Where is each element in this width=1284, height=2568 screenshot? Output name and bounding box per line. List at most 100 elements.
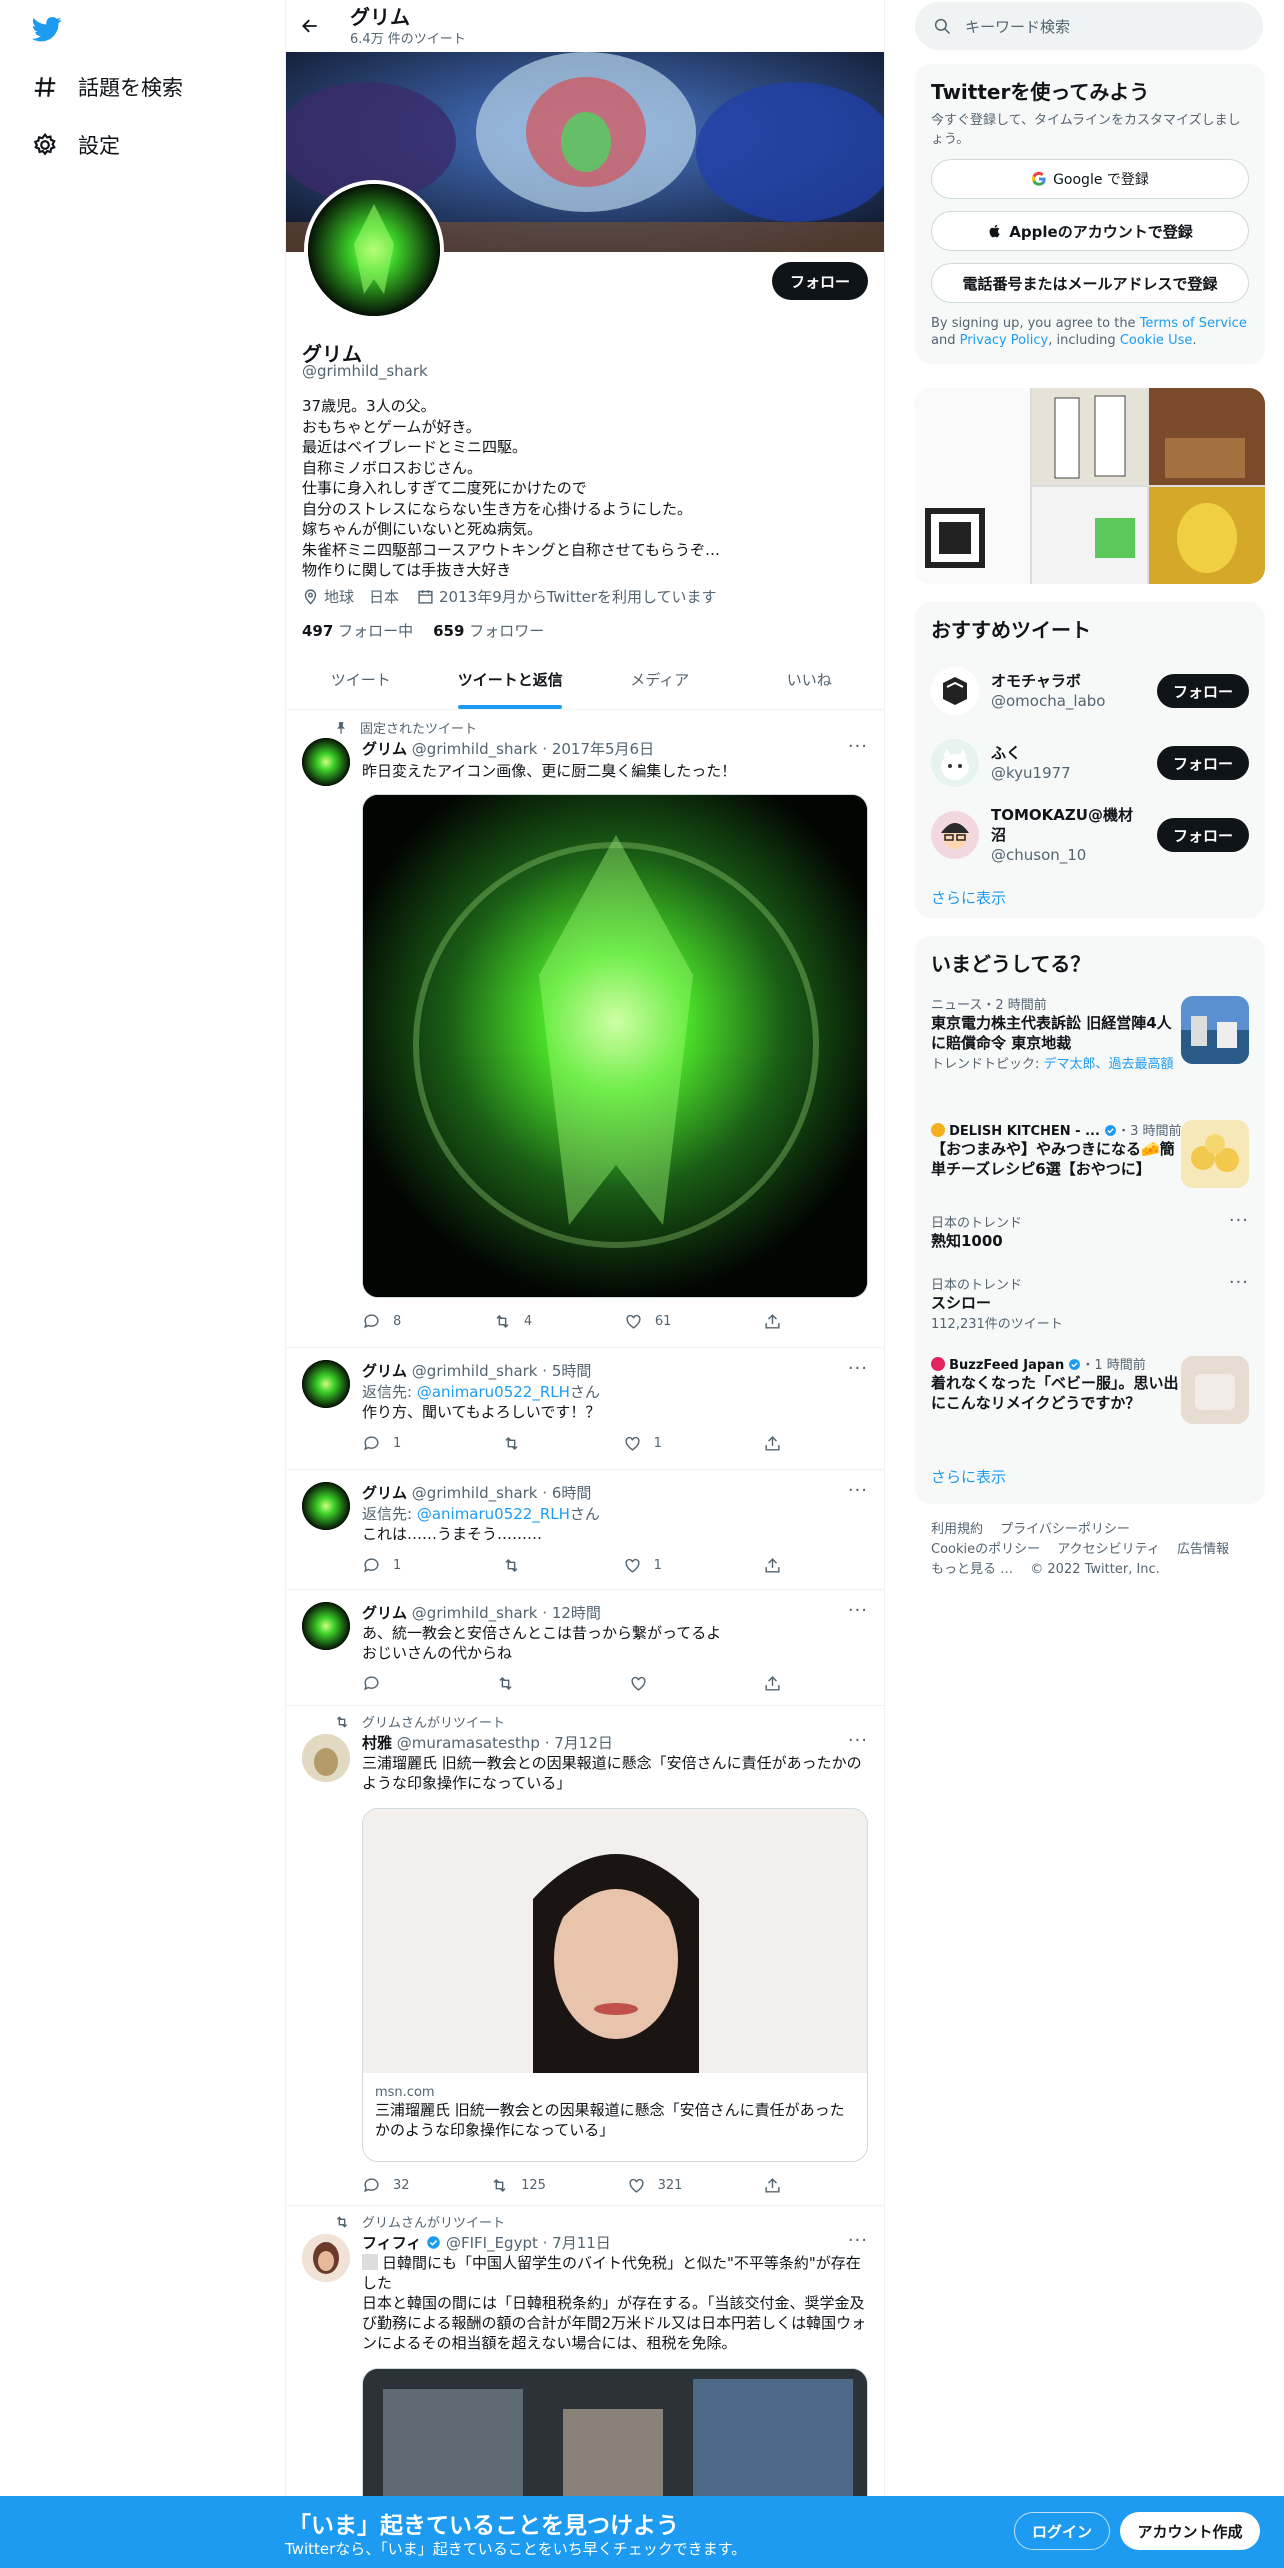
retweet-button[interactable]: 125 [490, 2176, 546, 2195]
privacy-link[interactable]: Privacy Policy [960, 333, 1049, 348]
search-input[interactable]: キーワード検索 [965, 16, 1070, 37]
search-box[interactable]: キーワード検索 [915, 2, 1263, 50]
retweet-button[interactable] [502, 1434, 521, 1453]
footer-link[interactable]: 広告情報 [1177, 1542, 1229, 1557]
trend-more-icon[interactable]: ··· [1229, 1210, 1249, 1231]
trend-item[interactable]: DELISH KITCHEN - ... ・3 時間前 【おつまみや】やみつきに… [931, 1120, 1185, 1179]
recommended-user-handle: @kyu1977 [991, 764, 1071, 782]
more-options-icon[interactable]: ··· [848, 2230, 868, 2251]
trends-title: いまどうしてる？ [931, 952, 1091, 976]
follow-button[interactable]: フォロー [772, 262, 868, 300]
reply-button[interactable]: 1 [362, 1556, 401, 1575]
recommended-user[interactable]: TOMOKAZU@機材沼 @chuson_10 フォロー [915, 799, 1265, 871]
tweet-item[interactable]: グリム @grimhild_shark · 5時間 返信先: @animaru0… [286, 1348, 884, 1470]
more-options-icon[interactable]: ··· [848, 1600, 868, 1621]
link-card[interactable]: msn.com 三浦瑠麗氏 旧統一教会との因果報道に懸念「安倍さんに責任があった… [362, 1808, 868, 2162]
share-button[interactable] [763, 1434, 782, 1453]
trend-item[interactable]: ニュース・2 時間前 東京電力株主代表訴訟 旧経営陣4人に賠償命令 東京地裁 ト… [931, 994, 1185, 1072]
twitter-logo-icon[interactable] [32, 14, 62, 44]
share-button[interactable] [763, 1556, 782, 1575]
trend-category: ニュース・2 時間前 [931, 998, 1047, 1013]
login-button[interactable]: ログイン [1014, 2512, 1110, 2550]
tweet-text: あ、統一教会と安倍さんとこは昔っから繋がってるよ おじいさんの代からね [362, 1624, 722, 1662]
footer-link[interactable]: プライバシーポリシー [1000, 1522, 1130, 1537]
share-button[interactable] [763, 1312, 782, 1331]
like-button[interactable] [629, 1674, 648, 1693]
tweet-avatar[interactable] [302, 1734, 350, 1782]
recommended-show-more[interactable]: さらに表示 [915, 871, 1265, 918]
footer-link[interactable]: アクセシビリティ [1057, 1542, 1160, 1557]
tweet-avatar[interactable] [302, 1602, 350, 1650]
tab-tweets[interactable]: ツイート [286, 650, 436, 709]
apple-signup-button[interactable]: Appleのアカウントで登録 [931, 211, 1249, 251]
retweet-button[interactable] [502, 1556, 521, 1575]
more-options-icon[interactable]: ··· [848, 1358, 868, 1379]
cookie-link[interactable]: Cookie Use [1120, 333, 1193, 348]
tweet-image[interactable] [362, 794, 868, 1298]
back-arrow-icon[interactable] [300, 16, 320, 36]
share-button[interactable] [763, 2176, 782, 2195]
recommended-user[interactable]: オモチャラボ @omocha_labo フォロー [915, 655, 1265, 727]
like-button[interactable]: 61 [624, 1312, 671, 1331]
recommended-user-name: ふく [991, 744, 1022, 762]
tweet-item[interactable]: 固定されたツイート グリム @grimhild_shark · 2017年5月6… [286, 710, 884, 1348]
reply-icon [364, 1314, 379, 1329]
tweet-avatar[interactable] [302, 2234, 350, 2282]
share-button[interactable] [763, 1674, 782, 1693]
profile-avatar[interactable] [304, 180, 444, 320]
recommended-user-handle: @omocha_labo [991, 692, 1106, 710]
share-icon [765, 1314, 780, 1329]
phone-email-signup-button[interactable]: 電話番号またはメールアドレスで登録 [931, 263, 1249, 303]
reply-button[interactable]: 32 [362, 2176, 410, 2195]
tweet-item[interactable]: グリム @grimhild_shark · 12時間 あ、統一教会と安倍さんとこ… [286, 1590, 884, 1706]
profile-tabs: ツイート ツイートと返信 メディア いいね [286, 650, 884, 710]
recommended-follow-button[interactable]: フォロー [1157, 746, 1249, 780]
retweet-icon [493, 2178, 506, 2193]
trends-show-more[interactable]: さらに表示 [931, 1466, 1006, 1487]
share-icon [765, 1676, 780, 1691]
tweet-item[interactable]: グリム @grimhild_shark · 6時間 返信先: @animaru0… [286, 1470, 884, 1590]
link-card-title: 三浦瑠麗氏 旧統一教会との因果報道に懸念「安倍さんに責任があったかのような印象操… [375, 2101, 845, 2139]
nav-explore[interactable]: 話題を検索 [32, 72, 183, 102]
footer-link[interactable]: 利用規約 [931, 1522, 983, 1537]
reply-to-link[interactable]: @animaru0522_RLH [417, 1383, 570, 1401]
more-options-icon[interactable]: ··· [848, 1480, 868, 1501]
like-button[interactable]: 1 [623, 1434, 662, 1453]
trend-more-icon[interactable]: ··· [1229, 1272, 1249, 1293]
tweet-avatar[interactable] [302, 738, 350, 786]
bottom-subtext: Twitterなら、「いま」起きていることをいち早くチェックできます。 [285, 2540, 747, 2558]
reply-button[interactable]: 8 [362, 1312, 401, 1331]
recommended-user[interactable]: ふく @kyu1977 フォロー [915, 727, 1265, 799]
following-link[interactable]: 497 フォロー中 [302, 620, 413, 641]
tweet-avatar[interactable] [302, 1482, 350, 1530]
trend-item[interactable]: 日本のトレンド スシロー 112,231件のツイート [931, 1274, 1249, 1332]
tweet-body: 村雅 @muramasatesthp · 7月12日 三浦瑠麗氏 旧統一教会との… [362, 1732, 868, 1793]
more-options-icon[interactable]: ··· [848, 1730, 868, 1751]
followers-link[interactable]: 659 フォロワー [433, 620, 544, 641]
retweet-icon [505, 1436, 518, 1451]
trend-item[interactable]: 日本のトレンド 熟知1000 [931, 1212, 1249, 1251]
tab-tweets-and-replies[interactable]: ツイートと返信 [436, 650, 586, 709]
recommended-follow-button[interactable]: フォロー [1157, 674, 1249, 708]
nav-settings[interactable]: 設定 [32, 130, 120, 160]
tab-likes[interactable]: いいね [735, 650, 885, 709]
reply-to-link[interactable]: @animaru0522_RLH [417, 1505, 570, 1523]
retweet-button[interactable]: 4 [493, 1312, 532, 1331]
terms-link[interactable]: Terms of Service [1140, 316, 1247, 331]
reply-button[interactable] [362, 1674, 381, 1693]
footer-link[interactable]: Cookieのポリシー [931, 1542, 1040, 1557]
retweet-button[interactable] [496, 1674, 515, 1693]
more-options-icon[interactable]: ··· [848, 736, 868, 757]
create-account-button[interactable]: アカウント作成 [1120, 2512, 1260, 2550]
media-gallery[interactable] [915, 388, 1265, 584]
tweet-item[interactable]: グリムさんがリツイート 村雅 @muramasatesthp · 7月12日 三… [286, 1706, 884, 2206]
recommended-follow-button[interactable]: フォロー [1157, 818, 1249, 852]
tweet-avatar[interactable] [302, 1360, 350, 1408]
trend-item[interactable]: BuzzFeed Japan ・1 時間前 着れなくなった「ベビー服」。思い出に… [931, 1354, 1185, 1413]
like-button[interactable]: 321 [627, 2176, 682, 2195]
reply-button[interactable]: 1 [362, 1434, 401, 1453]
google-signup-button[interactable]: Google で登録 [931, 159, 1249, 199]
footer-link[interactable]: もっと見る … [931, 1562, 1013, 1577]
tab-media[interactable]: メディア [585, 650, 735, 709]
like-button[interactable]: 1 [623, 1556, 662, 1575]
